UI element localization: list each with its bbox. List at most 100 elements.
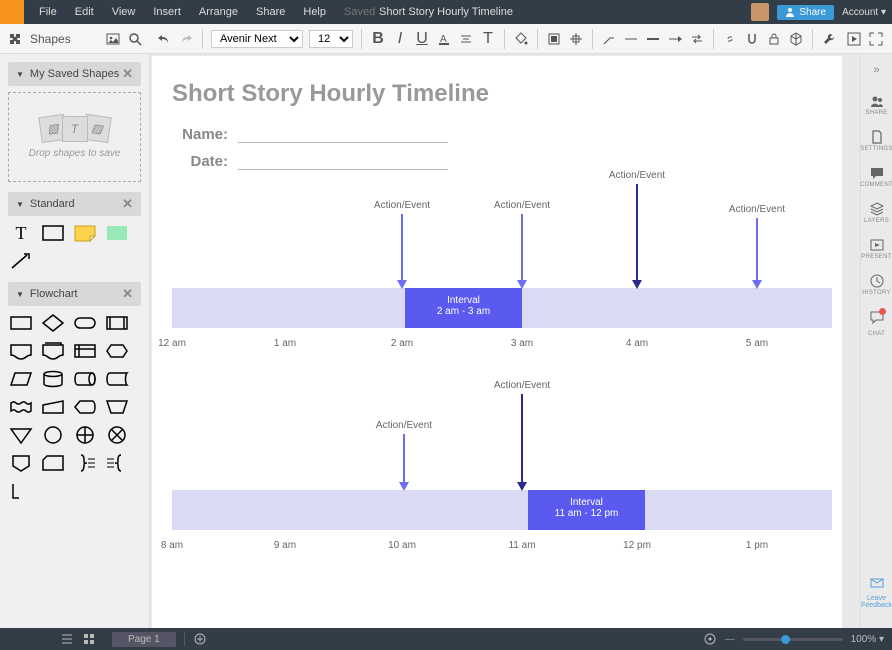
shape-manual-input[interactable] [40, 396, 66, 418]
shape-database[interactable] [40, 368, 66, 390]
timeline-bar[interactable] [172, 490, 832, 530]
event-label[interactable]: Action/Event [609, 170, 665, 181]
link-button[interactable] [722, 31, 738, 47]
shape-rect[interactable] [40, 222, 66, 244]
menu-arrange[interactable]: Arrange [190, 6, 247, 18]
target-icon[interactable] [703, 632, 717, 646]
account-menu[interactable]: Account ▾ [842, 7, 886, 18]
bold-button[interactable]: B [370, 31, 386, 47]
close-icon[interactable]: ✕ [122, 66, 133, 82]
lock-button[interactable] [766, 31, 782, 47]
event-label[interactable]: Action/Event [374, 200, 430, 211]
timeline-1[interactable]: Interval2 am - 3 amAction/EventAction/Ev… [172, 170, 822, 380]
user-avatar[interactable] [751, 3, 769, 21]
font-size-select[interactable]: 12 pt [309, 30, 353, 48]
position-button[interactable] [568, 31, 584, 47]
align-button[interactable] [458, 31, 474, 47]
rail-history[interactable]: HISTORY [861, 266, 892, 302]
zoom-slider[interactable] [743, 638, 843, 641]
menu-file[interactable]: File [30, 6, 66, 18]
event-label[interactable]: Action/Event [494, 380, 550, 391]
zoom-level[interactable]: 100% ▾ [851, 634, 884, 645]
swap-button[interactable] [689, 31, 705, 47]
rail-comment[interactable]: COMMENT [861, 158, 892, 194]
close-icon[interactable]: ✕ [122, 286, 133, 302]
magnet-button[interactable] [744, 31, 760, 47]
shape-predefined[interactable] [104, 312, 130, 334]
saved-shapes-header[interactable]: My Saved Shapes ✕ [8, 62, 141, 86]
line-style-3[interactable] [667, 31, 683, 47]
cube-button[interactable] [788, 31, 804, 47]
list-view-icon[interactable] [60, 632, 74, 646]
menu-edit[interactable]: Edit [66, 6, 103, 18]
shape-merge[interactable] [8, 424, 34, 446]
app-logo[interactable] [0, 0, 24, 24]
event-label[interactable]: Action/Event [376, 420, 432, 431]
menu-insert[interactable]: Insert [144, 6, 190, 18]
shape-note[interactable] [72, 222, 98, 244]
event-arrow[interactable] [403, 434, 405, 484]
shape-document[interactable] [8, 340, 34, 362]
canvas-wrap[interactable]: Short Story Hourly Timeline Name: Date: … [150, 54, 860, 639]
page-title[interactable]: Short Story Hourly Timeline [172, 80, 822, 108]
menu-share[interactable]: Share [247, 6, 294, 18]
shape-stored-data[interactable] [104, 368, 130, 390]
text-size-button[interactable]: T [480, 31, 496, 47]
underline-button[interactable]: U [414, 31, 430, 47]
text-color-button[interactable]: A [436, 31, 452, 47]
shape-process[interactable] [8, 312, 34, 334]
flowchart-shapes-header[interactable]: Flowchart ✕ [8, 282, 141, 306]
rail-layers[interactable]: LAYERS [861, 194, 892, 230]
shape-internal-storage[interactable] [72, 340, 98, 362]
event-label[interactable]: Action/Event [494, 200, 550, 211]
shape-connector[interactable] [40, 424, 66, 446]
line-tool[interactable] [601, 31, 617, 47]
close-icon[interactable]: ✕ [122, 196, 133, 212]
page-tab[interactable]: Page 1 [112, 632, 176, 647]
shape-off-page[interactable] [8, 452, 34, 474]
wrench-button[interactable] [821, 31, 837, 47]
shape-tape[interactable] [8, 396, 34, 418]
menu-view[interactable]: View [103, 6, 145, 18]
line-style-1[interactable] [623, 31, 639, 47]
menu-help[interactable]: Help [294, 6, 335, 18]
shape-data[interactable] [8, 368, 34, 390]
rail-settings[interactable]: SETTINGS [861, 122, 892, 158]
shape-arrow[interactable] [8, 250, 34, 272]
rail-chat[interactable]: CHAT [861, 302, 892, 343]
line-style-2[interactable] [645, 31, 661, 47]
dropzone[interactable]: ▧ T ▨ Drop shapes to save [8, 92, 141, 182]
italic-button[interactable]: I [392, 31, 408, 47]
shape-manual-op[interactable] [104, 396, 130, 418]
standard-shapes-header[interactable]: Standard ✕ [8, 192, 141, 216]
shape-fill[interactable] [104, 222, 130, 244]
rail-share[interactable]: SHARE [861, 86, 892, 122]
shape-display[interactable] [72, 396, 98, 418]
image-icon[interactable] [106, 32, 120, 46]
name-field-line[interactable] [238, 127, 448, 143]
event-arrow[interactable] [756, 218, 758, 282]
undo-button[interactable] [156, 31, 172, 47]
shape-brace-close[interactable] [72, 452, 98, 474]
add-page-button[interactable] [193, 632, 207, 646]
fullscreen-button[interactable] [868, 31, 884, 47]
container-button[interactable] [546, 31, 562, 47]
date-field-line[interactable] [238, 154, 448, 170]
event-arrow[interactable] [401, 214, 403, 282]
shape-text[interactable]: T [8, 222, 34, 244]
grid-view-icon[interactable] [82, 632, 96, 646]
shape-card[interactable] [40, 452, 66, 474]
canvas-page[interactable]: Short Story Hourly Timeline Name: Date: … [152, 56, 842, 639]
event-label[interactable]: Action/Event [729, 204, 785, 215]
document-title-bar[interactable]: Short Story Hourly Timeline [379, 6, 513, 18]
share-button[interactable]: Share [777, 5, 834, 20]
shape-brace-open[interactable] [104, 452, 130, 474]
shape-sum[interactable] [72, 424, 98, 446]
redo-button[interactable] [178, 31, 194, 47]
interval-block[interactable]: Interval11 am - 12 pm [528, 490, 645, 530]
search-icon[interactable] [128, 32, 142, 46]
play-button[interactable] [846, 31, 862, 47]
event-arrow[interactable] [636, 184, 638, 282]
shape-or[interactable] [104, 424, 130, 446]
shape-multidoc[interactable] [40, 340, 66, 362]
